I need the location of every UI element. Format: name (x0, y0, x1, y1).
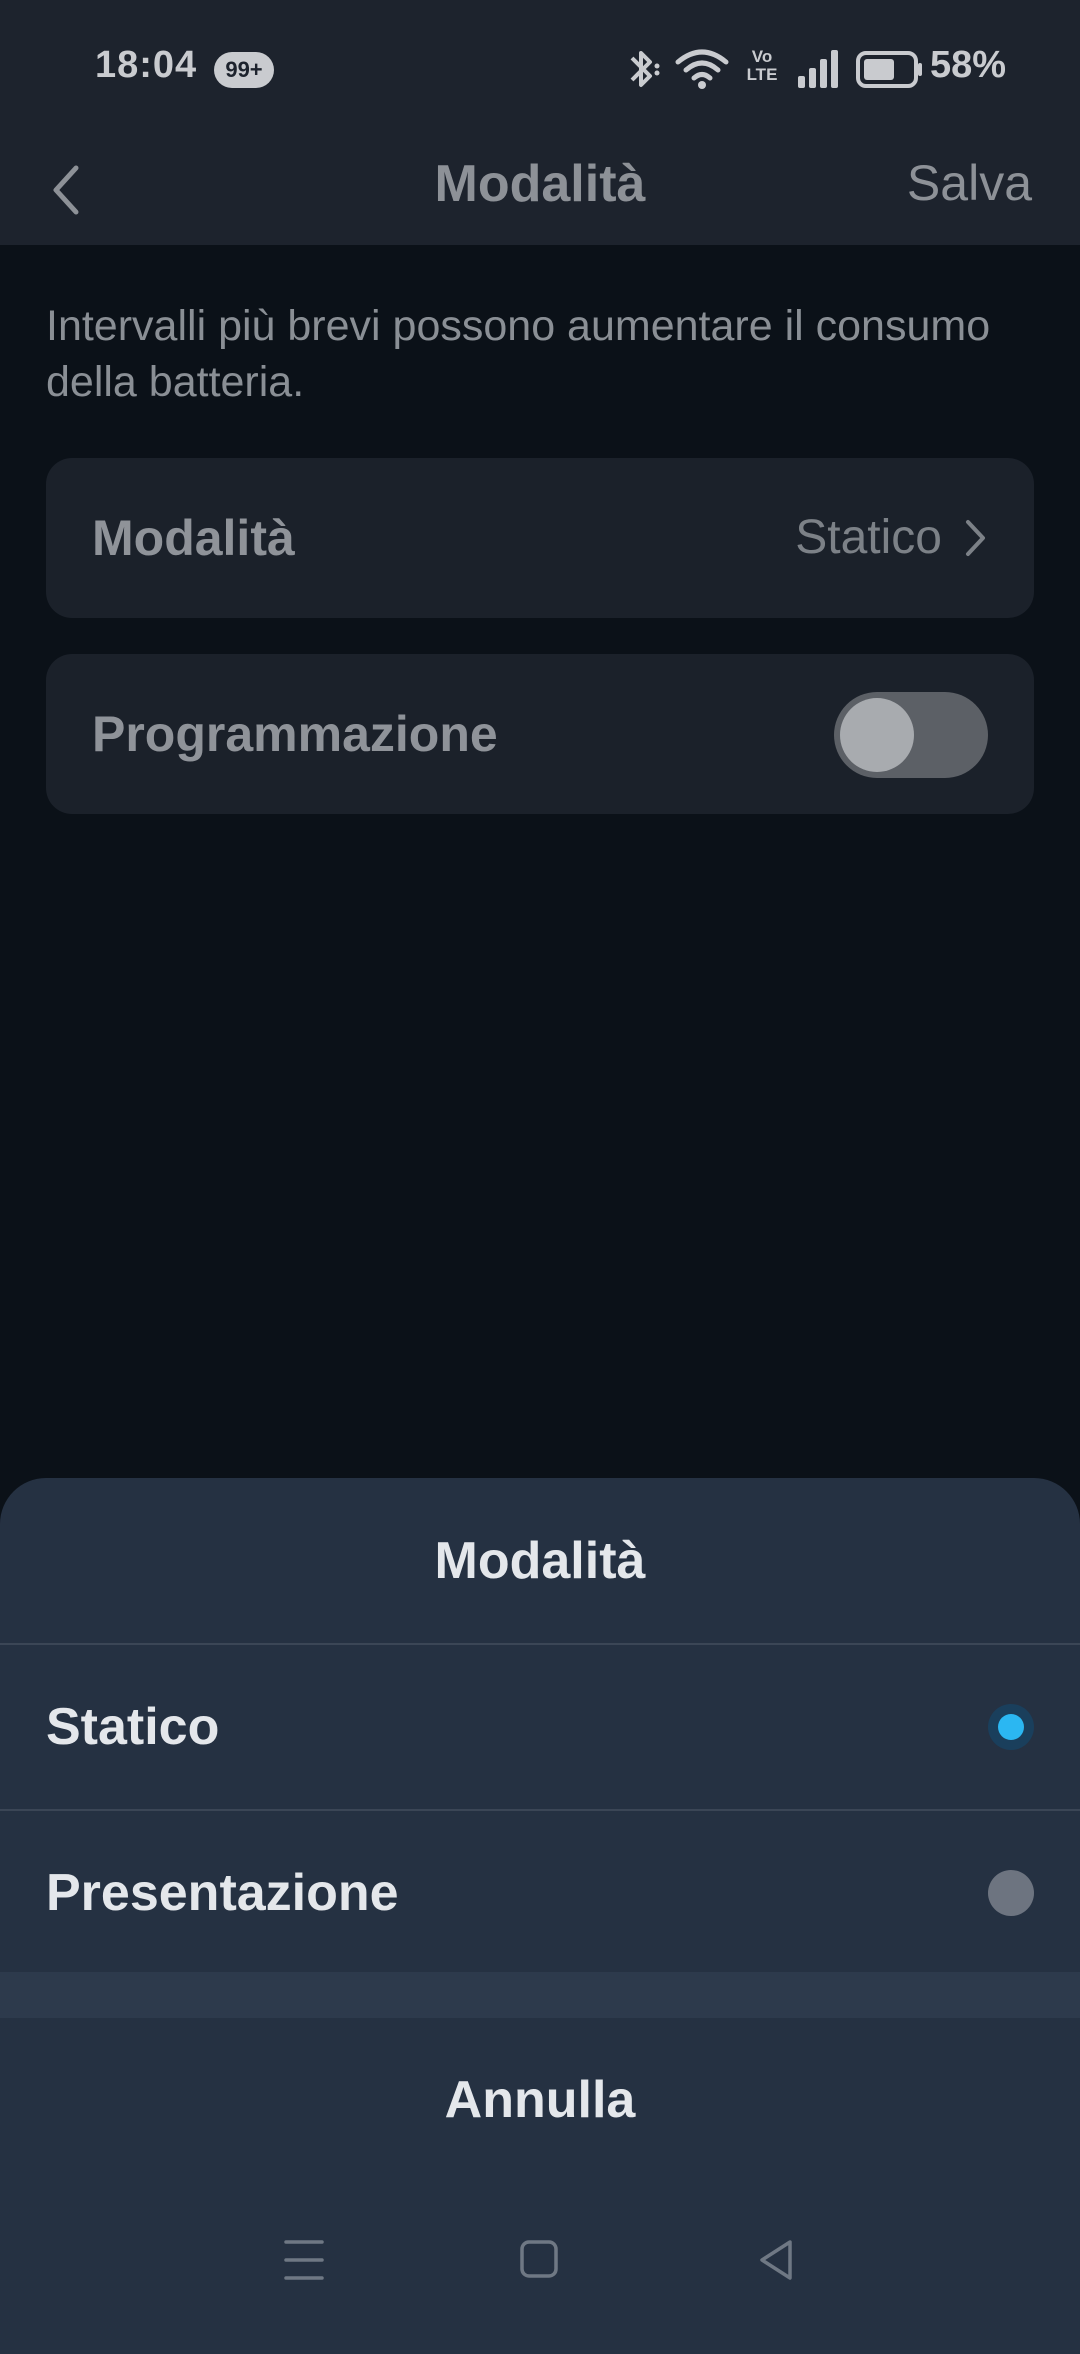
app-header: Modalità Salva (0, 140, 1080, 245)
radio-unselected-icon[interactable] (988, 1870, 1034, 1916)
cancel-button[interactable]: Annulla (0, 2018, 1080, 2182)
option-statico[interactable]: Statico (0, 1645, 1080, 1809)
battery-percent: 58% (930, 44, 1007, 86)
schedule-label: Programmazione (92, 706, 498, 762)
schedule-setting-row: Programmazione (46, 654, 1034, 814)
sheet-title: Modalità (434, 1532, 646, 1590)
menu-icon[interactable] (282, 2230, 326, 2290)
option-presentazione[interactable]: Presentazione (0, 1811, 1080, 1975)
status-bar: 18:04 99+ Vo LTE 58% (0, 0, 1080, 140)
home-icon[interactable] (518, 2230, 562, 2290)
option-label: Presentazione (46, 1864, 399, 1922)
chevron-right-icon (966, 520, 985, 556)
toggle-knob (840, 698, 914, 772)
mode-bottom-sheet: Modalità Statico Presentazione Annulla (0, 1478, 1080, 2354)
volte-icon: Vo LTE (742, 48, 782, 84)
volte-bottom-label: LTE (746, 65, 778, 84)
bluetooth-icon (630, 51, 660, 87)
wifi-icon (675, 49, 729, 89)
radio-selected-icon[interactable] (988, 1704, 1034, 1750)
top-area: 18:04 99+ Vo LTE 58% Modalità Salva (0, 0, 1080, 245)
save-button[interactable]: Salva (907, 154, 1032, 212)
battery-hint-text: Intervalli più brevi possono aumentare i… (46, 302, 991, 406)
volte-top-label: Vo (751, 47, 773, 66)
option-label: Statico (46, 1698, 220, 1756)
status-time: 18:04 (95, 44, 198, 86)
signal-icon (798, 50, 838, 88)
back-triangle-icon[interactable] (754, 2230, 798, 2290)
system-nav-bar (0, 2230, 1080, 2350)
notification-badge: 99+ (214, 52, 274, 88)
schedule-toggle[interactable] (834, 692, 988, 778)
mode-label: Modalità (92, 510, 295, 566)
mode-setting-row[interactable]: Modalità Statico (46, 458, 1034, 618)
battery-icon (856, 51, 922, 88)
sheet-separator (0, 1972, 1080, 2018)
mode-value: Statico (795, 511, 942, 564)
